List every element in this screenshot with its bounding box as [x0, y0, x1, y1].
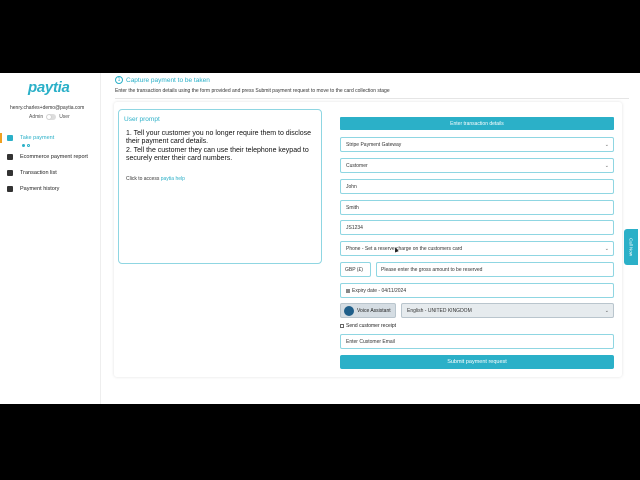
assistant-avatar-icon [344, 305, 354, 316]
amount-field[interactable]: Please enter the gross amount to be rese… [376, 262, 614, 277]
payment-type-select[interactable]: Phone - Set a reserve charge on the cust… [340, 241, 614, 256]
prompt-instructions: 1. Tell your customer you no longer requ… [126, 130, 318, 164]
sidebar-item-label: Take payment [20, 135, 55, 141]
first-name-value: John [346, 183, 357, 190]
expiry-value: 04/11/2024 [381, 287, 407, 294]
chevron-down-icon: ⌄ [604, 142, 609, 148]
reference-field[interactable]: JS1234 [340, 220, 614, 235]
payment-card: User prompt 1. Tell your customer you no… [114, 102, 622, 377]
customer-type-select[interactable]: Customer ⌄ [340, 158, 614, 173]
user-prompt-box: User prompt 1. Tell your customer you no… [118, 109, 322, 264]
language-select[interactable]: English - UNITED KINGDOM ⌄ [401, 303, 614, 318]
send-receipt-label: Send customer receipt [346, 323, 397, 329]
currency-value: GBP (£) [345, 266, 363, 273]
sidebar-item-label: Ecommerce payment report [20, 154, 88, 160]
step-progress [22, 144, 30, 147]
sidebar-nav: Take payment Ecommerce payment report Tr… [0, 133, 101, 197]
voice-assistant-button[interactable]: Voice Assistant [340, 303, 396, 318]
calendar-icon [346, 288, 350, 293]
last-name-value: Smith [346, 204, 359, 211]
first-name-field[interactable]: John [340, 179, 614, 194]
transaction-form: Enter transaction details Stripe Payment… [332, 102, 622, 377]
document-icon [7, 186, 13, 192]
customer-email-field[interactable]: Enter Customer Email [340, 334, 614, 349]
sidebar-item-transaction-list[interactable]: Transaction list [0, 165, 101, 181]
role-user-label: User [59, 114, 70, 120]
cart-icon [7, 135, 13, 141]
submit-payment-button[interactable]: Submit payment request [340, 355, 614, 369]
sidebar-item-take-payment[interactable]: Take payment [0, 133, 101, 143]
email-placeholder: Enter Customer Email [346, 338, 395, 345]
chevron-down-icon: ⌄ [604, 246, 609, 252]
chevron-down-icon: ⌄ [604, 308, 609, 314]
help-prefix: Click to access [126, 176, 161, 182]
call-now-tab[interactable]: Call Now [624, 229, 638, 265]
prompt-help: Click to access paytia help [126, 176, 185, 182]
prompt-title: User prompt [124, 116, 160, 123]
language-value: English - UNITED KINGDOM [407, 307, 472, 314]
role-toggle[interactable] [46, 114, 57, 120]
paytia-logo: paytia [28, 79, 70, 96]
last-name-field[interactable]: Smith [340, 200, 614, 215]
send-receipt-row[interactable]: Send customer receipt [340, 323, 396, 329]
document-icon [7, 170, 13, 176]
main-content: 1 Capture payment to be taken Enter the … [108, 73, 640, 404]
step-title: Capture payment to be taken [126, 76, 210, 84]
sidebar-item-payment-history[interactable]: Payment history [0, 181, 101, 197]
prompt-line-2: 2. Tell the customer they can use their … [126, 146, 309, 163]
step-number: 1 [115, 76, 123, 84]
send-receipt-checkbox[interactable] [340, 324, 344, 328]
prompt-line-1: 1. Tell your customer you no longer requ… [126, 130, 312, 146]
sidebar: paytia henry.charles+demo@paytia.com Adm… [0, 73, 101, 404]
role-admin-label: Admin [29, 114, 44, 120]
role-switch: Admin User [29, 114, 70, 120]
document-icon [7, 154, 13, 160]
expiry-label: Expiry date - [352, 287, 381, 294]
gateway-select[interactable]: Stripe Payment Gateway ⌄ [340, 137, 614, 152]
form-header: Enter transaction details [340, 117, 614, 130]
currency-select[interactable]: GBP (£) [340, 262, 371, 277]
progress-dot [22, 144, 25, 147]
sidebar-item-label: Payment history [20, 186, 60, 192]
voice-assistant-label: Voice Assistant [357, 307, 391, 314]
gateway-value: Stripe Payment Gateway [346, 141, 402, 148]
amount-placeholder: Please enter the gross amount to be rese… [381, 266, 483, 273]
sidebar-item-label: Transaction list [20, 170, 57, 176]
reference-value: JS1234 [346, 224, 363, 231]
chevron-down-icon: ⌄ [604, 163, 609, 169]
app-window: paytia henry.charles+demo@paytia.com Adm… [0, 73, 640, 404]
payment-type-value: Phone - Set a reserve charge on the cust… [346, 245, 463, 252]
step-heading: 1 Capture payment to be taken [115, 76, 210, 84]
help-link[interactable]: paytia help [161, 176, 185, 182]
divider [115, 98, 629, 99]
sidebar-item-ecommerce-report[interactable]: Ecommerce payment report [0, 149, 101, 165]
expiry-date-field[interactable]: Expiry date - 04/11/2024 [340, 283, 614, 298]
customer-type-value: Customer [346, 162, 368, 169]
progress-dot [27, 144, 30, 147]
step-description: Enter the transaction details using the … [115, 88, 390, 94]
user-email: henry.charles+demo@paytia.com [10, 105, 85, 111]
